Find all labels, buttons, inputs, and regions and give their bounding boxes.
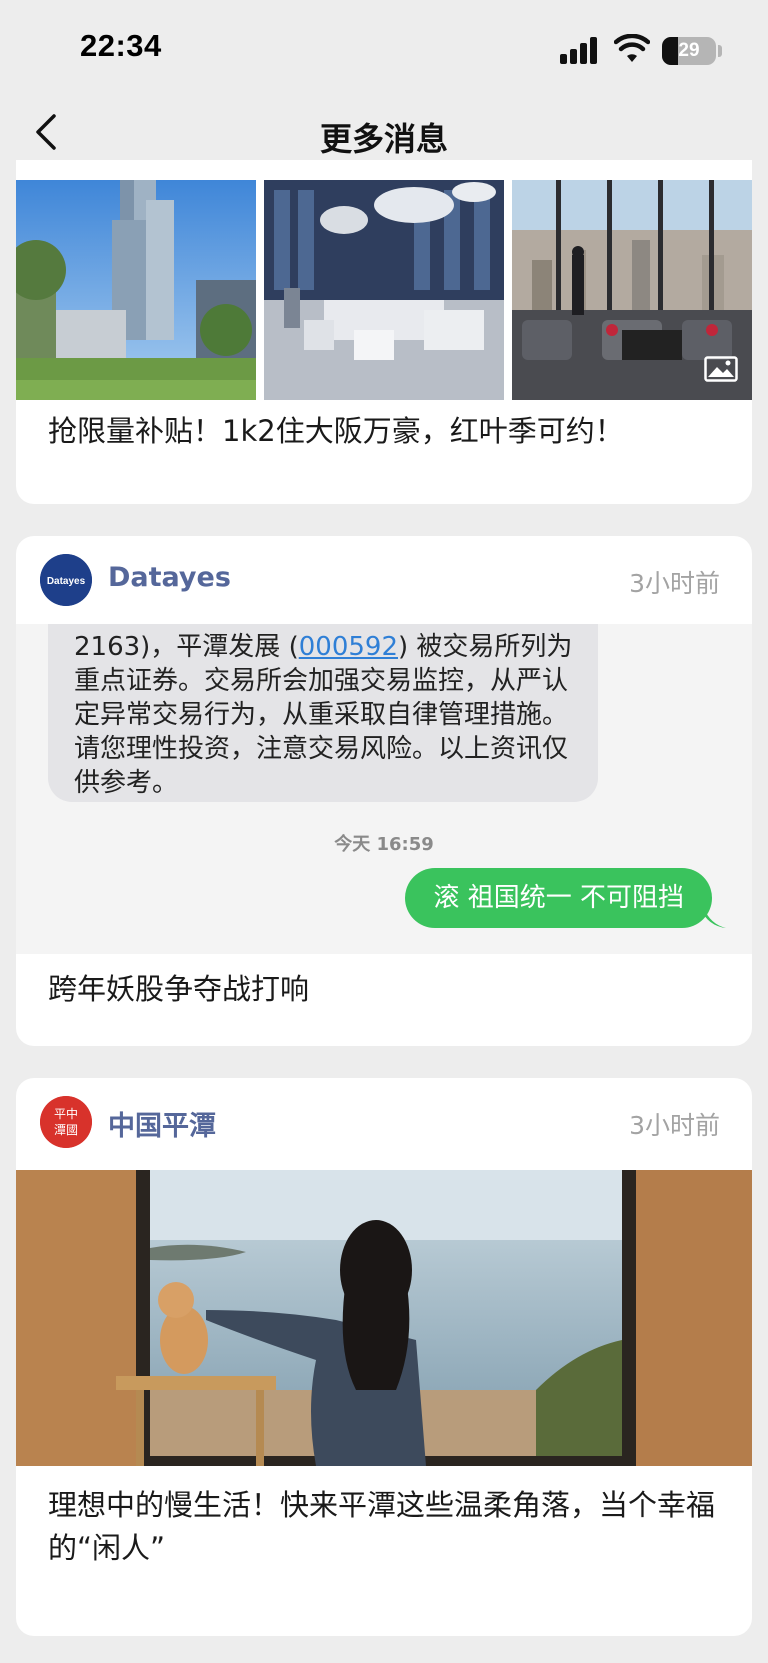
outgoing-message-bubble: 滚 祖国统一 不可阻挡 xyxy=(405,868,712,928)
battery-level: 29 xyxy=(678,40,700,61)
image-gallery xyxy=(16,180,752,400)
card-header: 平中 潭國 中国平潭 3小时前 xyxy=(16,1078,752,1168)
timestamp: 3小时前 xyxy=(629,569,720,598)
status-bar: 22:34 29 xyxy=(0,0,768,92)
signal-icon xyxy=(560,37,597,64)
tower-exterior-photo[interactable] xyxy=(16,180,256,400)
stock-code-link: 000592 xyxy=(298,632,398,662)
gallery-icon xyxy=(704,356,738,382)
news-card-datayes[interactable]: Datayes Datayes 3小时前 2163)，平潭发展 (000592)… xyxy=(16,536,752,1046)
incoming-message-bubble: 2163)，平潭发展 (000592) 被交易所列为重点证券。交易所会加强交易监… xyxy=(48,624,598,802)
battery-cap xyxy=(718,45,722,57)
page-title: 更多消息 xyxy=(319,120,448,158)
incoming-message-text: 2163)，平潭发展 ( xyxy=(74,632,299,662)
battery-icon: 29 xyxy=(662,37,716,65)
svg-text:平中: 平中 xyxy=(54,1106,78,1121)
chat-timestamp: 今天 16:59 xyxy=(334,834,434,855)
chat-screenshot[interactable]: 2163)，平潭发展 (000592) 被交易所列为重点证券。交易所会加强交易监… xyxy=(16,624,752,954)
card-title: 抢限量补贴！1k2住大阪万豪，红叶季可约！ xyxy=(48,414,624,448)
wifi-icon xyxy=(614,34,650,62)
status-time: 22:34 xyxy=(80,28,162,63)
hotel-lobby-photo[interactable] xyxy=(264,180,504,400)
card-title: 跨年妖股争夺战打响 xyxy=(48,972,310,1006)
card-header: Datayes Datayes 3小时前 xyxy=(16,536,752,626)
avatar[interactable]: 平中 潭國 xyxy=(40,1096,92,1148)
source-name[interactable]: Datayes xyxy=(108,562,231,593)
bubble-tail xyxy=(700,908,726,928)
svg-text:潭國: 潭國 xyxy=(54,1123,78,1137)
news-card-hotel[interactable]: 抢限量补贴！1k2住大阪万豪，红叶季可约！ xyxy=(16,160,752,504)
timestamp: 3小时前 xyxy=(629,1111,720,1140)
lounge-city-view-photo[interactable] xyxy=(512,180,752,400)
avatar[interactable]: Datayes xyxy=(40,554,92,606)
source-name[interactable]: 中国平潭 xyxy=(108,1104,216,1143)
card-title: 理想中的慢生活！快来平潭这些温柔角落，当个幸福的“闲人” xyxy=(48,1488,716,1565)
avatar-text: Datayes xyxy=(47,576,86,587)
news-card-pingtan[interactable]: 平中 潭國 中国平潭 3小时前 理想中的慢生活！快来平潭这些温柔角落，当个幸福的… xyxy=(16,1078,752,1636)
article-cover-photo[interactable] xyxy=(16,1170,752,1466)
